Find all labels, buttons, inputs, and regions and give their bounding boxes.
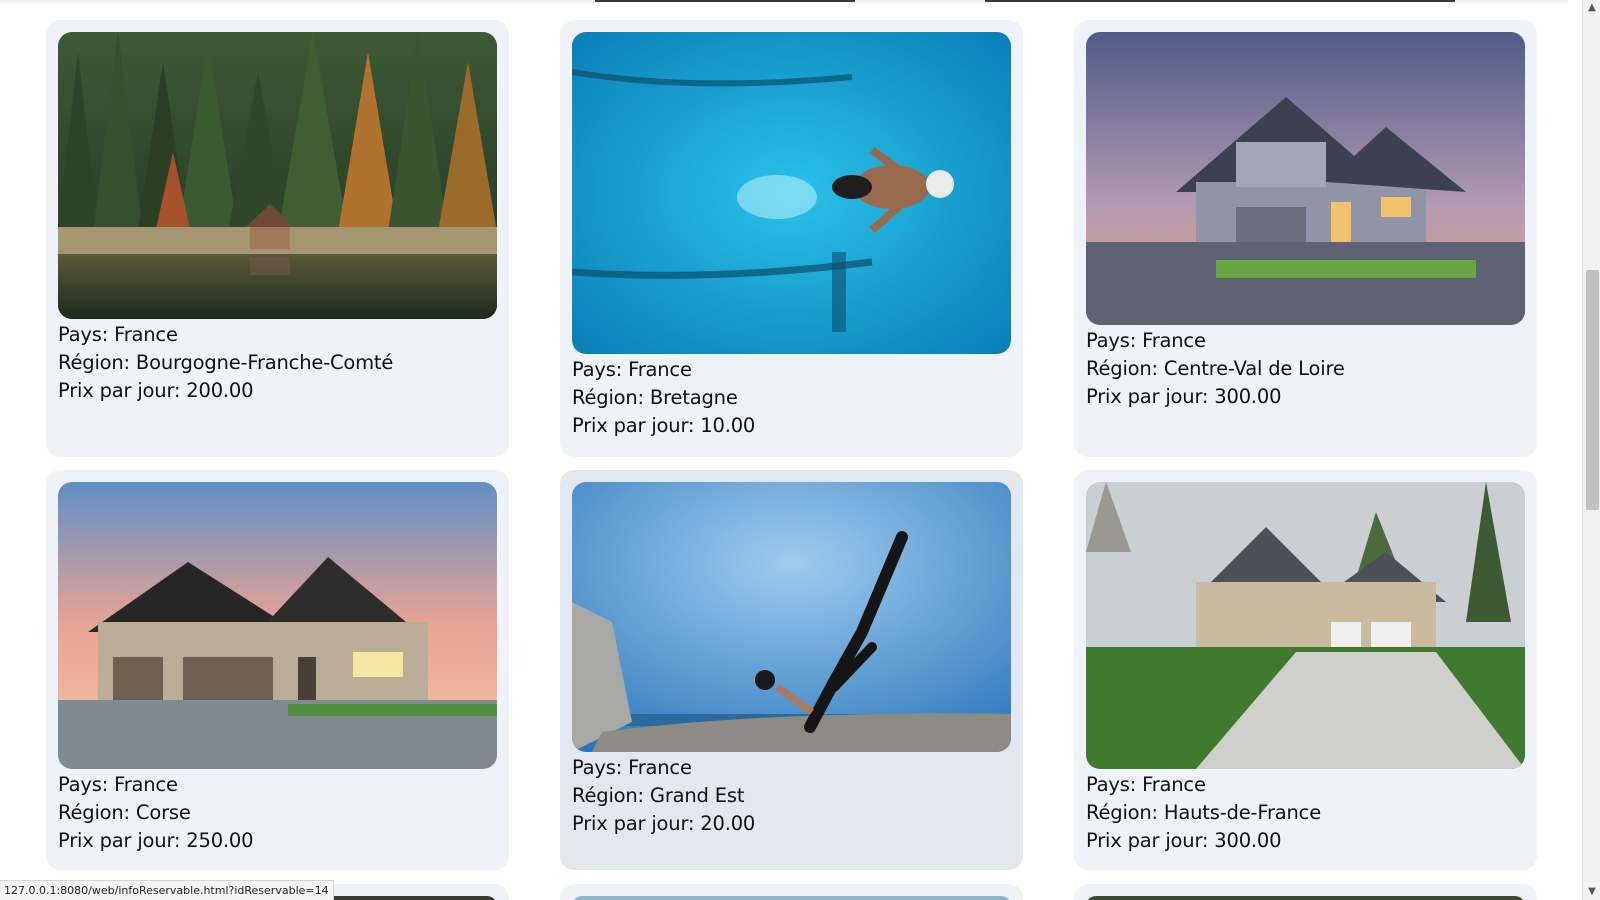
house-sunset-photo[interactable]	[58, 482, 497, 769]
card-country: Pays: France	[58, 323, 178, 346]
house-driveway-photo[interactable]	[1086, 482, 1525, 769]
card-country: Pays: France	[572, 358, 692, 381]
card-region: Région: Grand Est	[572, 784, 745, 807]
card-photo[interactable]	[572, 896, 1011, 900]
card-price: Prix par jour: 300.00	[1086, 385, 1282, 408]
swimmer-pool-photo[interactable]	[572, 32, 1011, 354]
scrollbar-thumb[interactable]	[1586, 270, 1599, 510]
card-price: Prix par jour: 300.00	[1086, 829, 1282, 852]
card-country: Pays: France	[1086, 329, 1206, 352]
reservable-card[interactable]: Pays: France Région: Hauts-de-France Pri…	[1074, 470, 1537, 870]
yoga-pose-photo[interactable]	[572, 482, 1011, 752]
card-info: Pays: France Région: Grand Est Prix par …	[572, 752, 1011, 838]
top-edge-shadow	[985, 0, 1455, 2]
card-region: Région: Hauts-de-France	[1086, 801, 1321, 824]
card-photo[interactable]	[1086, 896, 1525, 900]
reservable-card[interactable]	[1074, 884, 1537, 900]
reservable-card[interactable]: Pays: France Région: Bourgogne-Franche-C…	[46, 20, 509, 457]
card-region: Région: Bretagne	[572, 386, 738, 409]
link-status-bar: 127.0.0.1:8080/web/infoReservable.html?i…	[0, 880, 334, 900]
lake-cabin-forest-photo[interactable]	[58, 32, 497, 319]
card-info: Pays: France Région: Bourgogne-Franche-C…	[58, 319, 497, 405]
top-edge-shadow	[595, 0, 855, 2]
card-region: Région: Corse	[58, 801, 191, 824]
house-dusk-photo[interactable]	[1086, 32, 1525, 325]
card-price: Prix par jour: 20.00	[572, 812, 756, 835]
card-info: Pays: France Région: Corse Prix par jour…	[58, 769, 497, 855]
vertical-scrollbar[interactable]: ▲ ▼	[1582, 0, 1600, 900]
card-info: Pays: France Région: Centre-Val de Loire…	[1086, 325, 1525, 411]
card-info: Pays: France Région: Bretagne Prix par j…	[572, 354, 1011, 440]
card-country: Pays: France	[58, 773, 178, 796]
card-country: Pays: France	[1086, 773, 1206, 796]
reservable-card[interactable]: Pays: France Région: Corse Prix par jour…	[46, 470, 509, 870]
reservable-card[interactable]: Pays: France Région: Bretagne Prix par j…	[560, 20, 1023, 457]
card-region: Région: Bourgogne-Franche-Comté	[58, 351, 394, 374]
reservable-card[interactable]: Pays: France Région: Grand Est Prix par …	[560, 470, 1023, 870]
card-price: Prix par jour: 250.00	[58, 829, 254, 852]
scroll-down-icon[interactable]: ▼	[1583, 884, 1600, 900]
reservable-card[interactable]: Pays: France Région: Centre-Val de Loire…	[1074, 20, 1537, 457]
card-price: Prix par jour: 200.00	[58, 379, 254, 402]
card-region: Région: Centre-Val de Loire	[1086, 357, 1345, 380]
card-price: Prix par jour: 10.00	[572, 414, 756, 437]
card-country: Pays: France	[572, 756, 692, 779]
scroll-up-icon[interactable]: ▲	[1583, 0, 1600, 16]
card-info: Pays: France Région: Hauts-de-France Pri…	[1086, 769, 1525, 855]
reservable-card[interactable]	[560, 884, 1023, 900]
